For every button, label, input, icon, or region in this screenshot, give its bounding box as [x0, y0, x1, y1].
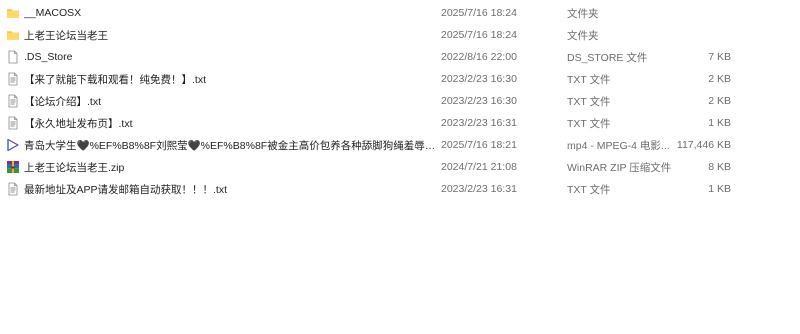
file-row-txt[interactable]: 最新地址及APP请发邮箱自动获取！！！.txt 2023/2/23 16:31 … [0, 178, 800, 200]
file-row-macosx[interactable]: __MACOSX 2025/7/16 18:24 文件夹 [0, 2, 800, 24]
modified-date: 2023/2/23 16:30 [441, 73, 517, 85]
file-row-folder[interactable]: 上老王论坛当老王 2025/7/16 18:24 文件夹 [0, 24, 800, 46]
file-row-txt[interactable]: 【来了就能下载和观看！纯免费！】.txt 2023/2/23 16:30 TXT… [0, 68, 800, 90]
name-cell: 【论坛介绍】.txt [6, 94, 436, 109]
name-cell: 最新地址及APP请发邮箱自动获取！！！.txt [6, 182, 436, 197]
file-size: 8 KB [708, 161, 731, 173]
name-cell: .DS_Store [6, 50, 436, 64]
file-name: 最新地址及APP请发邮箱自动获取！！！.txt [24, 183, 228, 196]
file-type: TXT 文件 [567, 117, 611, 130]
file-name: __MACOSX [24, 7, 82, 19]
name-cell: 上老王论坛当老王.zip [6, 160, 436, 175]
file-size: 2 KB [708, 73, 731, 85]
file-name: 上老王论坛当老王 [24, 29, 108, 42]
file-size: 1 KB [708, 183, 731, 195]
modified-date: 2023/2/23 16:31 [441, 117, 517, 129]
file-type: 文件夹 [567, 29, 599, 42]
file-name: 青岛大学生🖤%EF%B8%8F刘熙莹🖤%EF%B8%8F被金主高价包养各种舔脚狗… [24, 139, 436, 152]
file-type: WinRAR ZIP 压缩文件 [567, 161, 672, 174]
zip-archive-icon [6, 160, 20, 174]
modified-date: 2025/7/16 18:24 [441, 7, 517, 19]
file-name: 【来了就能下载和观看！纯免费！】.txt [24, 73, 207, 86]
file-size: 2 KB [708, 95, 731, 107]
name-cell: __MACOSX [6, 6, 436, 20]
name-cell: 【永久地址发布页】.txt [6, 116, 436, 131]
file-name: 上老王论坛当老王.zip [24, 161, 125, 174]
file-row-txt[interactable]: 【永久地址发布页】.txt 2023/2/23 16:31 TXT 文件 1 K… [0, 112, 800, 134]
file-name: 【论坛介绍】.txt [24, 95, 102, 108]
file-size: 1 KB [708, 117, 731, 129]
name-cell: 【来了就能下载和观看！纯免费！】.txt [6, 72, 436, 87]
file-type: mp4 - MPEG-4 电影... [567, 139, 670, 152]
name-cell: 青岛大学生🖤%EF%B8%8F刘熙莹🖤%EF%B8%8F被金主高价包养各种舔脚狗… [6, 138, 436, 153]
file-icon [6, 50, 20, 64]
text-file-icon [6, 94, 20, 108]
name-cell: 上老王论坛当老王 [6, 28, 436, 43]
text-file-icon [6, 116, 20, 130]
file-row-mp4[interactable]: 青岛大学生🖤%EF%B8%8F刘熙莹🖤%EF%B8%8F被金主高价包养各种舔脚狗… [0, 134, 800, 156]
file-type: 文件夹 [567, 7, 599, 20]
file-name: 【永久地址发布页】.txt [24, 117, 133, 130]
file-name: .DS_Store [24, 51, 73, 63]
file-row-zip[interactable]: 上老王论坛当老王.zip 2024/7/21 21:08 WinRAR ZIP … [0, 156, 800, 178]
file-row-txt[interactable]: 【论坛介绍】.txt 2023/2/23 16:30 TXT 文件 2 KB [0, 90, 800, 112]
modified-date: 2025/7/16 18:24 [441, 29, 517, 41]
file-type: DS_STORE 文件 [567, 51, 648, 64]
file-type: TXT 文件 [567, 183, 611, 196]
text-file-icon [6, 182, 20, 196]
file-list: __MACOSX 2025/7/16 18:24 文件夹 上老王论坛当老王 20… [0, 0, 800, 334]
folder-icon [6, 28, 20, 42]
video-file-icon [6, 138, 20, 152]
file-size: 117,446 KB [676, 139, 731, 151]
modified-date: 2023/2/23 16:31 [441, 183, 517, 195]
folder-icon [6, 6, 20, 20]
modified-date: 2022/8/16 22:00 [441, 51, 517, 63]
file-type: TXT 文件 [567, 95, 611, 108]
text-file-icon [6, 72, 20, 86]
file-size: 7 KB [708, 51, 731, 63]
file-row-ds-store[interactable]: .DS_Store 2022/8/16 22:00 DS_STORE 文件 7 … [0, 46, 800, 68]
modified-date: 2023/2/23 16:30 [441, 95, 517, 107]
file-type: TXT 文件 [567, 73, 611, 86]
modified-date: 2024/7/21 21:08 [441, 161, 517, 173]
modified-date: 2025/7/16 18:21 [441, 139, 517, 151]
